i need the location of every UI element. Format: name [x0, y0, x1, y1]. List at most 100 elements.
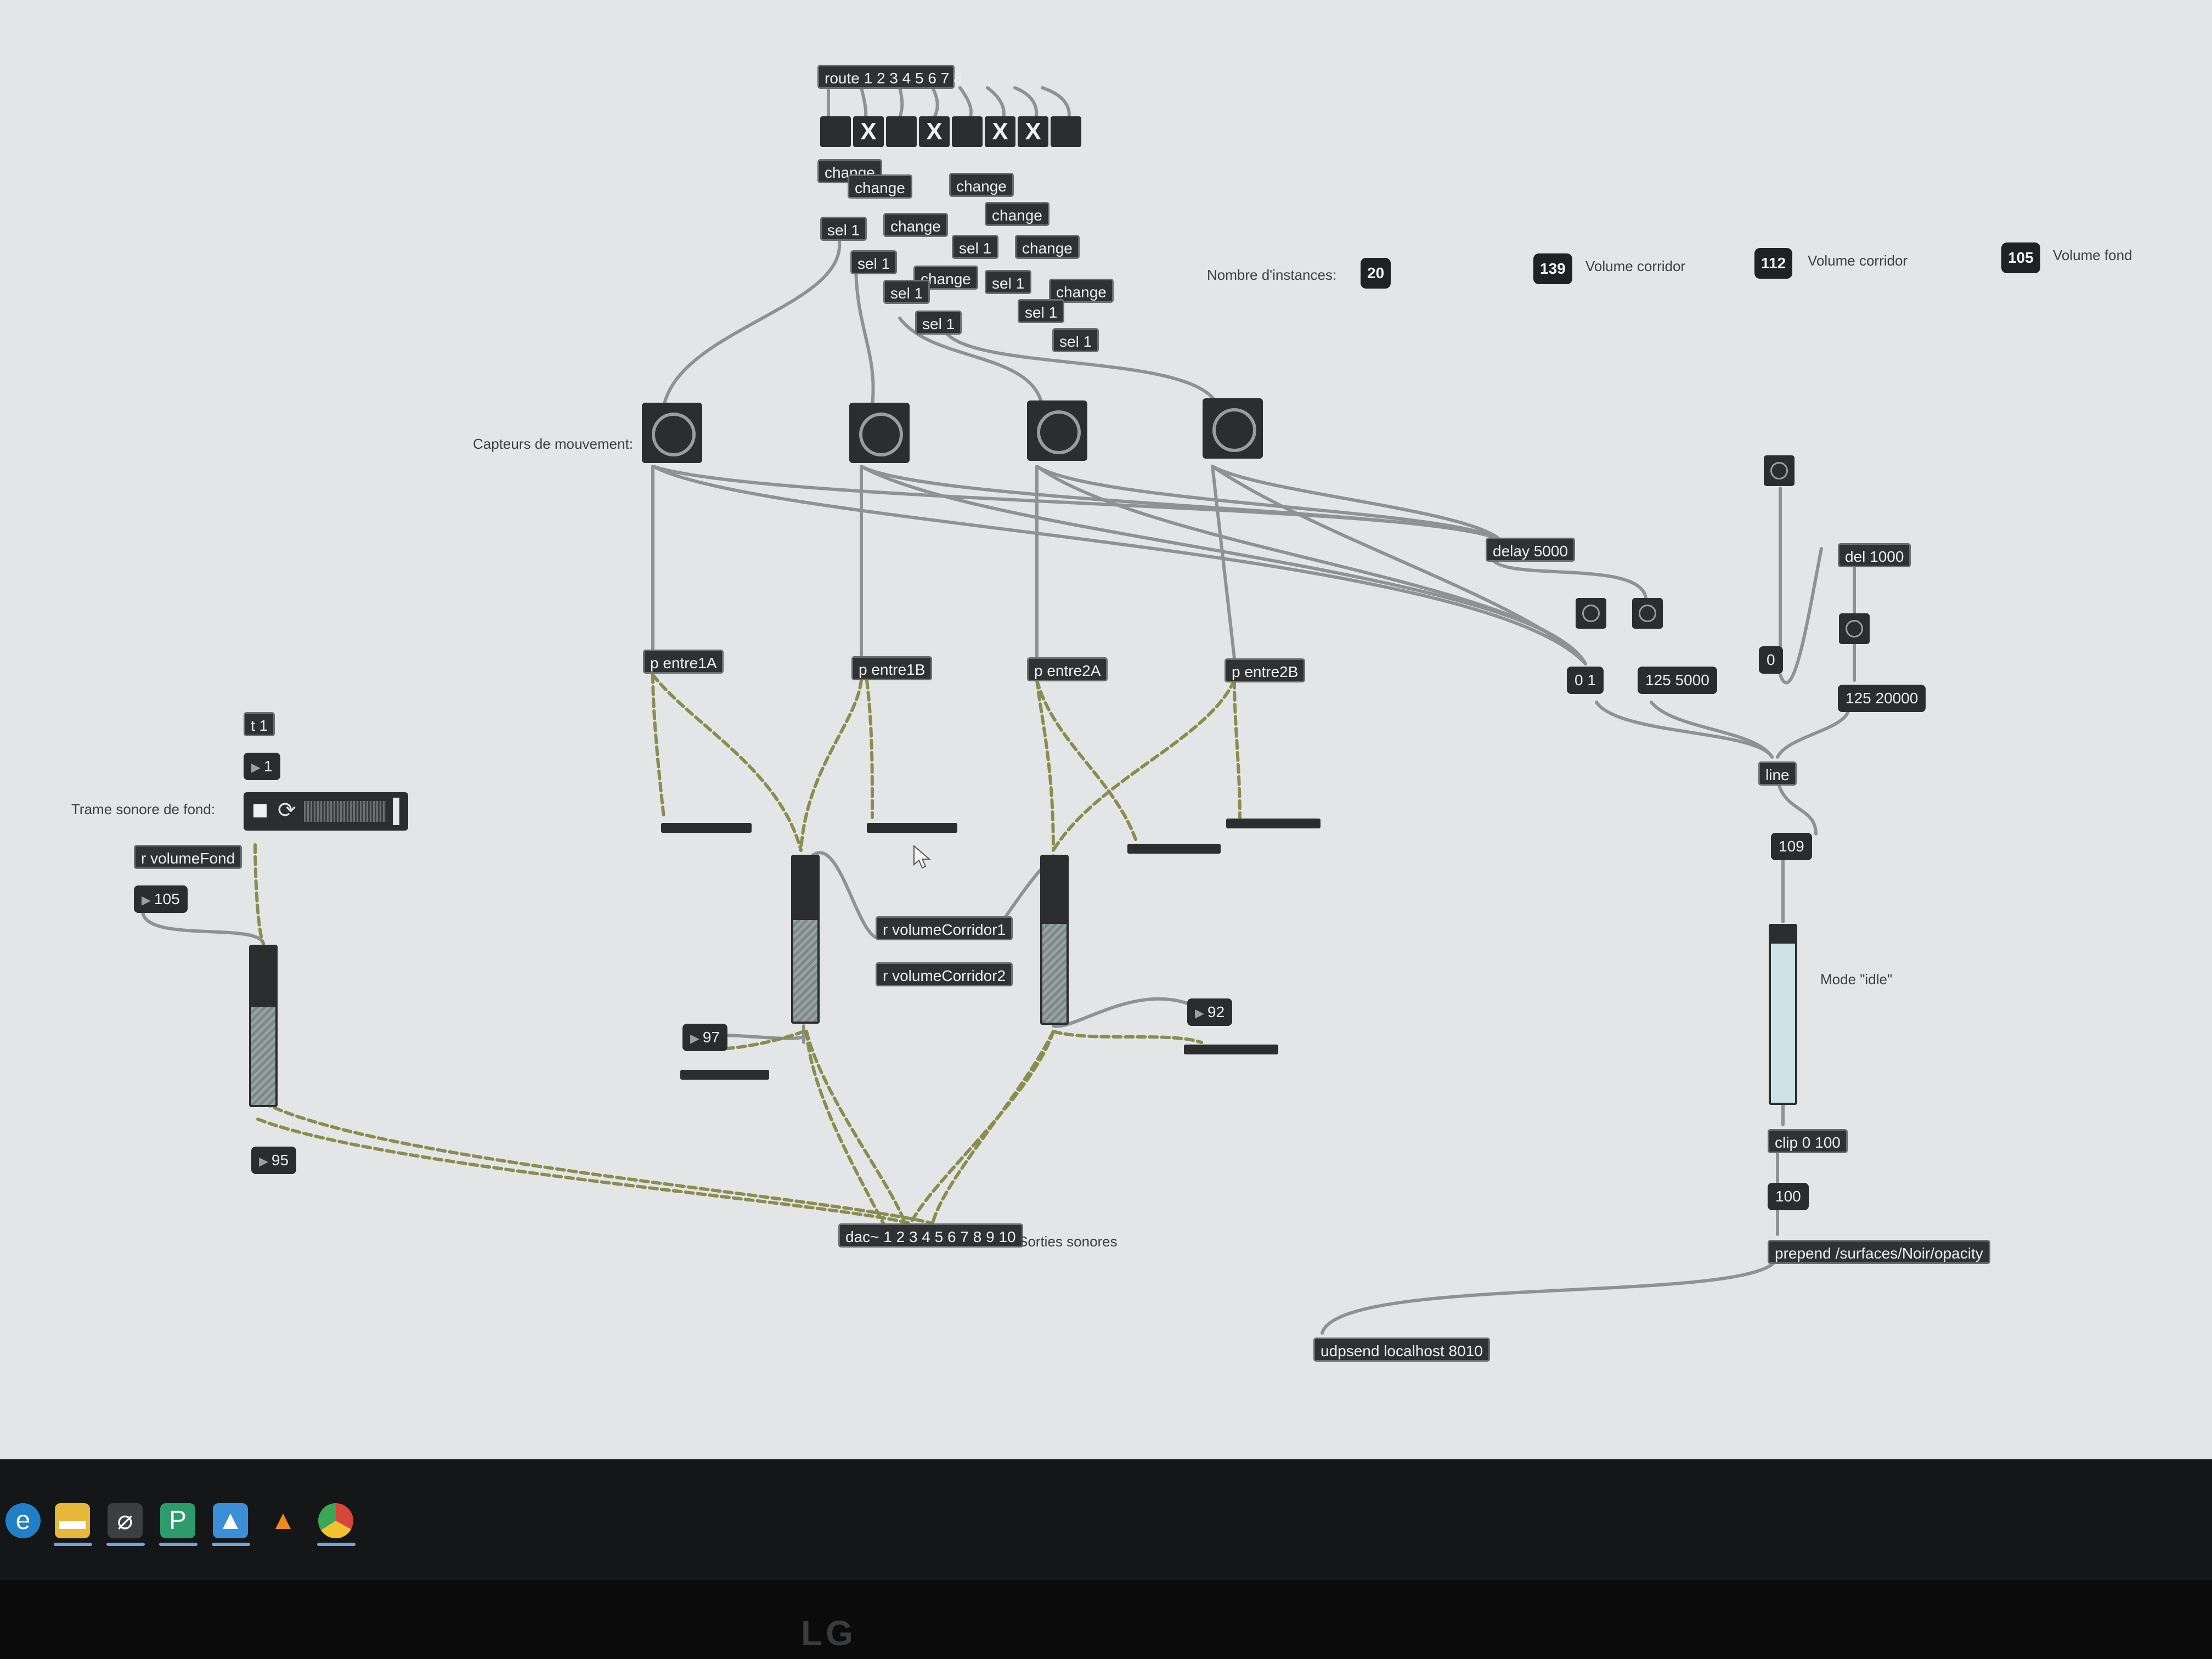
sel-object-5[interactable]: sel 1 [952, 235, 999, 259]
idle-slider[interactable] [1769, 924, 1797, 1105]
monitor-brand-logo: LG [801, 1613, 856, 1653]
sel-object-7[interactable]: sel 1 [1018, 299, 1065, 323]
monitor-bezel [0, 1580, 2212, 1659]
sel-object-1[interactable]: sel 1 [820, 217, 867, 241]
change-object-5[interactable]: change [949, 173, 1014, 197]
toggle-7[interactable]: X [1018, 116, 1048, 147]
number-105[interactable]: ▶ 105 [134, 885, 188, 913]
stop-icon[interactable] [253, 804, 267, 817]
message-0-1[interactable]: 0 1 [1567, 667, 1604, 694]
r-volumeFond[interactable]: r volumeFond [134, 845, 242, 869]
sorties-label: Sorties sonores [1018, 1233, 1118, 1250]
sel-object-8[interactable]: sel 1 [1052, 328, 1099, 352]
sensors-label: Capteurs de mouvement: [473, 436, 633, 452]
meter-1A [661, 823, 752, 833]
volume-fond-label: Volume fond [2053, 247, 2132, 263]
r-volumeCorridor1[interactable]: r volumeCorridor1 [876, 916, 1013, 940]
slider-corridor-2[interactable] [1040, 855, 1069, 1025]
sel-object-6[interactable]: sel 1 [985, 270, 1032, 294]
bang-c[interactable] [1839, 613, 1870, 644]
p-entre2A[interactable]: p entre2A [1027, 657, 1108, 681]
sel-object-3[interactable]: sel 1 [883, 280, 930, 304]
toggle-5[interactable] [952, 116, 983, 147]
loop-icon[interactable]: ⟳ [278, 798, 296, 823]
change-object-3[interactable]: change [883, 213, 948, 237]
idle-bang[interactable] [1764, 455, 1795, 486]
number-1[interactable]: ▶ 1 [244, 753, 280, 780]
trame-label: Trame sonore de fond: [71, 801, 216, 817]
p-entre1B[interactable]: p entre1B [851, 656, 933, 680]
line-number-box[interactable]: 109 [1771, 833, 1812, 860]
playlist-player[interactable]: ⟳ [244, 792, 408, 831]
message-125-5000[interactable]: 125 5000 [1638, 667, 1717, 694]
meter-2B [1226, 819, 1321, 828]
bang-ring-1 [652, 413, 696, 456]
delay-object[interactable]: delay 5000 [1486, 538, 1576, 562]
del-object[interactable]: del 1000 [1838, 543, 1911, 567]
toggle-2[interactable]: X [853, 116, 884, 147]
clip-number-box[interactable]: 100 [1768, 1183, 1809, 1210]
toggle-4[interactable]: X [919, 116, 950, 147]
message-125-20000[interactable]: 125 20000 [1838, 685, 1926, 712]
idle-slider-fill [1771, 943, 1795, 1103]
bang-ring-3 [1037, 410, 1081, 454]
dac-object[interactable]: dac~ 1 2 3 4 5 6 7 8 9 10 [838, 1223, 1023, 1248]
toggle-8[interactable] [1051, 116, 1081, 147]
toggle-1[interactable] [820, 116, 851, 147]
idle-bang-ring [1770, 462, 1788, 479]
clip-object[interactable]: clip 0 100 [1768, 1129, 1848, 1153]
p-entre1A[interactable]: p entre1A [643, 650, 724, 674]
toggle-row: X X X X [820, 116, 1084, 149]
line-object[interactable]: line [1758, 761, 1797, 786]
number-105-value: 105 [154, 890, 180, 907]
bang-b-ring [1639, 605, 1656, 622]
photos-icon[interactable]: ▲ [213, 1503, 248, 1538]
slider-corridor-1[interactable] [791, 855, 820, 1024]
sensor-bang-2[interactable] [849, 403, 910, 463]
slider-corridor-1-fill [793, 920, 817, 1022]
toggle-3[interactable] [886, 116, 917, 147]
sensor-bang-3[interactable] [1027, 400, 1087, 461]
sensor-bang-1[interactable] [642, 403, 702, 463]
instances-value: 20 [1361, 258, 1391, 289]
message-0[interactable]: 0 [1759, 646, 1783, 674]
r-volumeCorridor2[interactable]: r volumeCorridor2 [876, 962, 1013, 986]
number-92[interactable]: ▶ 92 [1187, 998, 1233, 1026]
num-triangle: ▶ [690, 1031, 699, 1045]
slider-fond-fill [251, 1007, 275, 1105]
volume-corridor-2-value: 112 [1754, 248, 1793, 279]
active-indicator [212, 1543, 250, 1546]
toggle-6[interactable]: X [985, 116, 1015, 147]
change-object-2[interactable]: change [848, 174, 912, 199]
patcher-canvas[interactable]: route 1 2 3 4 5 6 7 8 X X X X change cha… [0, 0, 2212, 1459]
volume-corridor-1-value: 139 [1533, 253, 1572, 284]
sel-object-4[interactable]: sel 1 [915, 311, 962, 335]
mouse-cursor-icon [913, 845, 931, 869]
slider-fond[interactable] [249, 945, 278, 1107]
max-app-icon[interactable]: ⌀ [108, 1503, 143, 1538]
volume-fond-value: 105 [2001, 242, 2040, 273]
sel-object-2[interactable]: sel 1 [850, 250, 898, 274]
prepend-object[interactable]: prepend /surfaces/Noir/opacity [1768, 1240, 1990, 1264]
bang-b[interactable] [1632, 598, 1663, 629]
t1-object[interactable]: t 1 [244, 712, 275, 736]
sensor-bang-4[interactable] [1203, 398, 1263, 459]
bang-a[interactable] [1576, 598, 1606, 629]
edge-icon[interactable]: e [5, 1503, 41, 1538]
mode-idle-label: Mode "idle" [1820, 971, 1893, 988]
slider-corridor-2-fill [1042, 924, 1066, 1023]
vlc-icon[interactable]: ▲ [266, 1503, 301, 1538]
file-explorer-icon[interactable]: ▬ [55, 1503, 90, 1538]
p-entre2B[interactable]: p entre2B [1224, 658, 1306, 682]
bang-ring-4 [1212, 408, 1256, 452]
publisher-icon[interactable]: P [160, 1503, 195, 1538]
change-object-7[interactable]: change [1015, 235, 1080, 259]
volume-corridor-1-label: Volume corridor [1585, 258, 1686, 274]
route-object[interactable]: route 1 2 3 4 5 6 7 8 [817, 65, 962, 89]
number-97[interactable]: ▶ 97 [682, 1024, 728, 1051]
chrome-icon[interactable] [318, 1503, 353, 1538]
udpsend-object[interactable]: udpsend localhost 8010 [1313, 1338, 1490, 1362]
change-object-6[interactable]: change [985, 202, 1049, 226]
active-indicator [54, 1543, 92, 1546]
number-95[interactable]: ▶ 95 [251, 1147, 297, 1174]
